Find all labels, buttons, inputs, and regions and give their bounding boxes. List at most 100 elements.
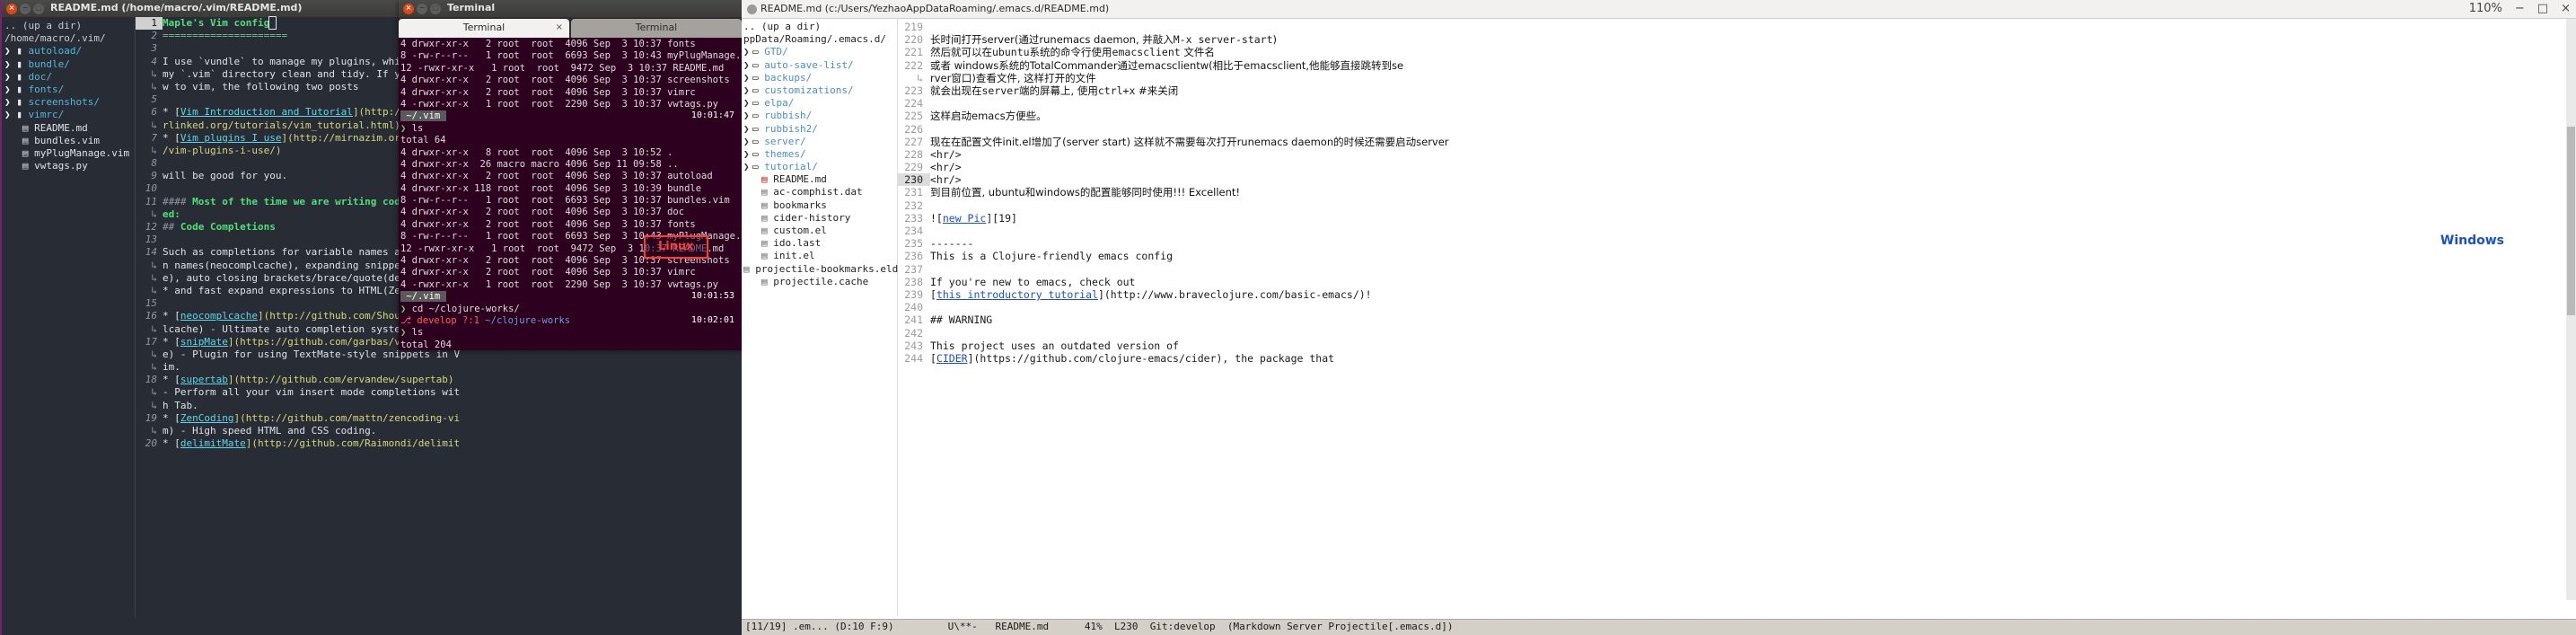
emacs-file-item[interactable]: ▤ README.md (743, 173, 897, 186)
nerdtree-dir-item[interactable]: ❯ ▮ bundle/ (4, 58, 135, 71)
emacs-dir-label: auto-save-list/ (764, 58, 854, 71)
emacs-file-list[interactable]: ▤ README.md ▤ ac-comphist.dat ▤ bookmarks ▤… (743, 173, 898, 288)
emacs-file-item[interactable]: ▤ cider-history (743, 212, 897, 225)
emacs-file-item[interactable]: ▤ custom.el (743, 225, 897, 237)
emacs-file-item[interactable]: ▤ init.el (743, 250, 897, 262)
emacs-line-number: 221 (904, 46, 923, 59)
chevron-right-icon[interactable]: ❯ (4, 109, 11, 120)
emacs-dired-panel[interactable]: .. (up a dir) ppData/Roaming/.emacs.d/ ❯… (742, 19, 898, 616)
chevron-right-icon[interactable]: ❯ (743, 110, 752, 122)
chevron-right-icon[interactable]: ❯ (743, 46, 752, 58)
emacs-file-item[interactable]: ▤ projectile-bookmarks.eld (743, 263, 898, 276)
nerdtree-dir-list[interactable]: ❯ ▮ autoload/❯ ▮ bundle/❯ ▮ doc/❯ ▮ font… (4, 45, 135, 121)
emacs-text-pane[interactable]: 219 220 长时间打开server(通过runemacs daemon, 并敲入… (898, 19, 2576, 616)
chevron-right-icon[interactable]: ❯ (743, 123, 752, 136)
chevron-right-icon[interactable]: ❯ (743, 97, 752, 110)
emacs-dir-item[interactable]: ❯ ▭ tutorial/ (743, 161, 897, 173)
chevron-right-icon[interactable]: ❯ (743, 84, 752, 97)
tab-close-icon[interactable]: × (556, 22, 563, 34)
terminal-tabstrip[interactable]: Terminal × Terminal (399, 17, 742, 38)
terminal-command: ls (411, 122, 424, 134)
emacs-line-number: 222 (904, 58, 923, 72)
minimize-icon[interactable]: − (20, 3, 31, 14)
close-icon[interactable]: × (403, 3, 414, 14)
emacs-line-number: 229 (904, 161, 923, 174)
terminal-text: 4 drwxr-xr-x 2 root root 4096 Sep 3 10:3… (400, 86, 696, 98)
vim-line-number: 6 (151, 106, 157, 119)
close-icon[interactable]: × (2561, 2, 2571, 15)
chevron-right-icon[interactable]: ❯ (4, 71, 11, 83)
nerdtree-panel[interactable]: .. (up a dir) /home/macro/.vim/ ❯ ▮ auto… (2, 17, 135, 617)
terminal-titlebar[interactable]: × − □ Terminal (399, 0, 742, 17)
maximize-icon[interactable]: □ (2537, 2, 2548, 15)
chevron-right-icon[interactable]: ❯ (4, 84, 11, 95)
vim-wrap-marker: ↳ (151, 271, 157, 284)
windows-watermark: Windows (2440, 234, 2504, 248)
emacs-dir-item[interactable]: ❯ ▭ backups/ (743, 72, 897, 84)
emacs-file-item[interactable]: ▤ projectile.cache (743, 276, 897, 288)
emacs-dir-item[interactable]: ❯ ▭ elpa/ (743, 97, 897, 110)
maximize-icon[interactable]: □ (430, 3, 441, 14)
emacs-titlebar[interactable]: README.md (c:/Users/YezhaoAppDataRoaming… (742, 0, 2576, 19)
vim-line-number: 18 (145, 374, 157, 386)
vim-wrap-marker: ↳ (151, 399, 157, 411)
nerdtree-file-list[interactable]: ▤ README.md ▤ bundles.vim ▤ myPlugManage… (4, 122, 135, 173)
terminal-window[interactable]: × − □ Terminal Terminal × Terminal 4 drwxr… (399, 0, 742, 350)
emacs-dir-item[interactable]: ❯ ▭ themes/ (743, 148, 897, 161)
emacs-lines[interactable]: 219 220 长时间打开server(通过runemacs daemon, 并敲入… (898, 19, 2576, 365)
terminal-command: cd ~/clojure-works/ (411, 303, 520, 314)
emacs-file-item[interactable]: ▤ ido.last (743, 237, 897, 250)
chevron-right-icon[interactable]: ❯ (743, 148, 752, 161)
chevron-right-icon[interactable]: ❯ (4, 45, 11, 57)
vim-wrap-marker: ↳ (151, 80, 157, 93)
maximize-icon[interactable]: □ (33, 3, 44, 14)
emacs-file-item[interactable]: ▤ bookmarks (743, 199, 897, 212)
terminal-window-controls[interactable]: × − □ (403, 3, 441, 14)
emacs-dir-item[interactable]: ❯ ▭ rubbish2/ (743, 123, 897, 136)
nerdtree-file-item[interactable]: ▤ vwtags.py (4, 160, 135, 172)
terminal-text: 4 drwxr-xr-x 2 root root 4096 Sep 3 10:3… (400, 218, 696, 230)
nerdtree-dir-item[interactable]: ❯ ▮ doc/ (4, 71, 135, 84)
nerdtree-dir-item[interactable]: ❯ ▮ autoload/ (4, 45, 135, 57)
terminal-text: total 204 (400, 339, 452, 350)
chevron-right-icon[interactable]: ❯ (743, 72, 752, 84)
emacs-dir-item[interactable]: ❯ ▭ server/ (743, 136, 897, 148)
close-icon[interactable]: × (6, 3, 17, 14)
minimize-icon[interactable]: − (417, 3, 427, 14)
chevron-right-icon[interactable]: ❯ (743, 136, 752, 148)
emacs-scrollbar-thumb[interactable] (2567, 127, 2575, 315)
vim-line-text: rlinked.org/tutorials/vim_tutorial.html) (163, 119, 400, 132)
emacs-line-number: 244 (904, 351, 923, 365)
nerdtree-up-dir[interactable]: .. (up a dir) (4, 20, 135, 32)
emacs-dir-list[interactable]: ❯ ▭ GTD/❯ ▭ auto-save-list/❯ ▭ backups/❯ ▭ c… (743, 46, 897, 173)
emacs-line-number: 241 (904, 313, 923, 327)
emacs-up-dir[interactable]: .. (up a dir) (743, 21, 897, 33)
nerdtree-file-item[interactable]: ▤ bundles.vim (4, 135, 135, 147)
chevron-right-icon[interactable]: ❯ (4, 96, 11, 108)
vim-window-controls[interactable]: × − □ (6, 3, 44, 14)
emacs-dir-item[interactable]: ❯ ▭ GTD/ (743, 46, 897, 58)
chevron-right-icon[interactable]: ❯ (4, 58, 11, 70)
terminal-tab[interactable]: Terminal (571, 19, 742, 38)
emacs-line-text: rver窗口)查看文件, 这样打开的文件 (930, 72, 1096, 84)
vim-text-segment: /vim-plugins-i-use/) (163, 144, 282, 156)
nerdtree-file-item[interactable]: ▤ README.md (4, 122, 135, 135)
emacs-dir-item[interactable]: ❯ ▭ auto-save-list/ (743, 59, 897, 72)
nerdtree-file-item[interactable]: ▤ myPlugManage.vim (4, 147, 135, 160)
emacs-line: 219 (898, 21, 2576, 33)
nerdtree-dir-item[interactable]: ❯ ▮ vimrc/ (4, 109, 135, 121)
chevron-right-icon[interactable]: ❯ (743, 59, 752, 72)
vim-text-segment: Code Completions (180, 221, 276, 233)
emacs-scrollbar[interactable] (2566, 19, 2576, 600)
minimize-icon[interactable]: − (2515, 2, 2525, 15)
terminal-output[interactable]: 4 drwxr-xr-x 2 root root 4096 Sep 3 10:3… (399, 38, 742, 350)
terminal-tab[interactable]: Terminal × (399, 19, 569, 38)
nerdtree-dir-item[interactable]: ❯ ▮ fonts/ (4, 84, 135, 96)
emacs-dir-item[interactable]: ❯ ▭ rubbish/ (743, 110, 897, 122)
nerdtree-dir-item[interactable]: ❯ ▮ screenshots/ (4, 96, 135, 109)
emacs-window-controls[interactable]: 110% − □ × (2469, 2, 2571, 15)
emacs-window[interactable]: README.md (c:/Users/YezhaoAppDataRoaming… (742, 0, 2576, 635)
emacs-dir-item[interactable]: ❯ ▭ customizations/ (743, 84, 897, 97)
chevron-right-icon[interactable]: ❯ (743, 161, 752, 173)
emacs-file-item[interactable]: ▤ ac-comphist.dat (743, 186, 897, 198)
